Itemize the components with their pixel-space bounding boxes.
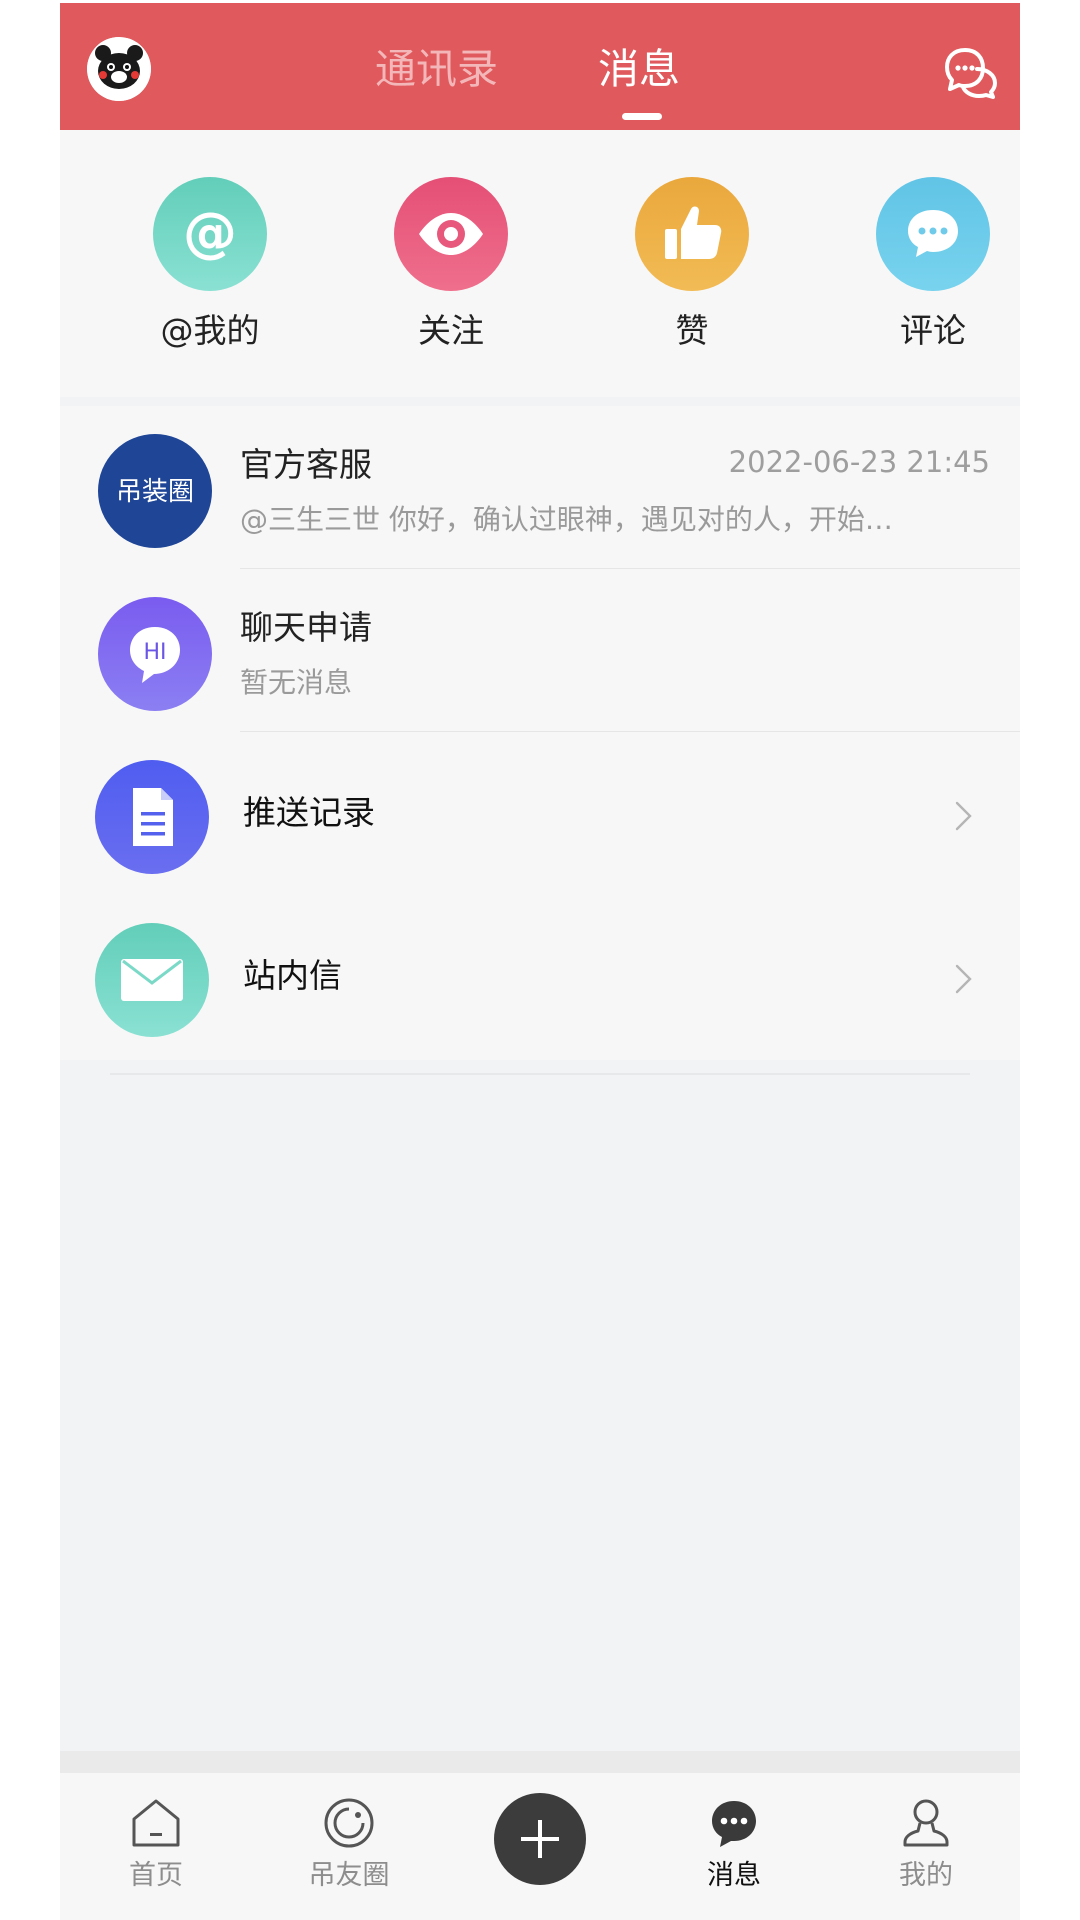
- conversation-preview: 暂无消息: [240, 666, 353, 699]
- circle-icon: [324, 1798, 374, 1848]
- thumbs-up-icon: [665, 206, 722, 259]
- conversation-official-service[interactable]: 吊装圈 官方客服 2022-06-23 21:45 @三生三世 你好，确认过眼神…: [60, 406, 1020, 569]
- document-icon: [133, 788, 173, 846]
- hi-text: HI: [143, 640, 166, 665]
- user-icon: [903, 1799, 949, 1847]
- conversation-preview: @三生三世 你好，确认过眼神，遇见对的人，开始…: [240, 503, 893, 536]
- official-logo-text: 吊装圈: [116, 477, 194, 507]
- list-end-divider: [110, 1073, 970, 1075]
- quick-label-like: 赞: [675, 311, 709, 350]
- inbox-icon-circle: [95, 923, 209, 1037]
- chevron-right-icon: [955, 964, 972, 994]
- nav-label: 首页: [129, 1860, 183, 1891]
- nav-label: 消息: [707, 1860, 761, 1891]
- official-logo: 吊装圈: [98, 434, 212, 548]
- entry-title: 站内信: [243, 956, 342, 995]
- hi-bubble-icon: HI: [130, 627, 180, 683]
- quick-label-comment: 评论: [900, 311, 966, 350]
- top-header: 通讯录 消息: [60, 3, 1020, 130]
- messages-screen: 通讯录 消息 @ @我的 关注 赞 评论 吊装圈 官方客服 2022-06-23…: [60, 3, 1020, 1920]
- active-tab-indicator: [622, 113, 662, 120]
- bottom-navigation: 首页 吊友圈 消息 我的: [60, 1773, 1020, 1920]
- chat-button[interactable]: [943, 45, 999, 99]
- quick-item-comment[interactable]: 评论: [846, 130, 1020, 397]
- create-post-button[interactable]: [494, 1793, 586, 1885]
- conversation-chat-request[interactable]: HI 聊天申请 暂无消息: [60, 569, 1020, 732]
- entry-title: 推送记录: [243, 793, 375, 832]
- entry-push-records[interactable]: 推送记录: [60, 732, 1020, 895]
- nav-label: 我的: [899, 1860, 953, 1891]
- user-avatar[interactable]: [87, 37, 151, 101]
- entry-inbox[interactable]: 站内信: [60, 895, 1020, 1058]
- at-icon: @: [183, 201, 237, 264]
- conversation-title: 聊天申请: [240, 608, 372, 647]
- conversation-time: 2022-06-23 21:45: [728, 445, 990, 479]
- eye-icon: [419, 213, 483, 255]
- home-icon: [132, 1799, 180, 1847]
- chat-request-icon-circle: HI: [98, 597, 212, 711]
- plus-icon: [521, 1820, 559, 1858]
- quick-label-at-me: @我的: [160, 311, 260, 350]
- kumamon-avatar-icon: [87, 37, 151, 101]
- tab-messages[interactable]: 消息: [598, 43, 680, 95]
- eye-icon-circle: [394, 177, 508, 291]
- conversation-list: 吊装圈 官方客服 2022-06-23 21:45 @三生三世 你好，确认过眼神…: [60, 406, 1020, 1060]
- nav-messages[interactable]: 消息: [674, 1773, 794, 1920]
- nav-divider-band: [60, 1751, 1020, 1773]
- tab-contacts[interactable]: 通讯录: [375, 43, 498, 95]
- nav-home[interactable]: 首页: [96, 1773, 216, 1920]
- quick-item-like[interactable]: 赞: [605, 130, 785, 397]
- push-record-icon-circle: [95, 760, 209, 874]
- comment-icon-circle: [876, 177, 990, 291]
- chevron-right-icon: [955, 801, 972, 831]
- thumbs-up-icon-circle: [635, 177, 749, 291]
- message-icon: [712, 1801, 756, 1847]
- chat-bubbles-icon: [945, 48, 997, 99]
- quick-item-at-me[interactable]: @ @我的: [123, 130, 303, 397]
- at-icon-circle: @: [153, 177, 267, 291]
- nav-label: 吊友圈: [308, 1860, 390, 1891]
- quick-label-follow: 关注: [418, 311, 484, 350]
- nav-circle[interactable]: 吊友圈: [289, 1773, 409, 1920]
- quick-item-follow[interactable]: 关注: [364, 130, 544, 397]
- comment-icon: [908, 210, 958, 257]
- official-logo-icon: 吊装圈: [116, 477, 194, 507]
- conversation-title: 官方客服: [240, 445, 372, 484]
- envelope-icon: [121, 959, 183, 1001]
- svg-text:@: @: [183, 201, 237, 264]
- quick-actions: @ @我的 关注 赞 评论: [60, 130, 1020, 397]
- nav-profile[interactable]: 我的: [866, 1773, 986, 1920]
